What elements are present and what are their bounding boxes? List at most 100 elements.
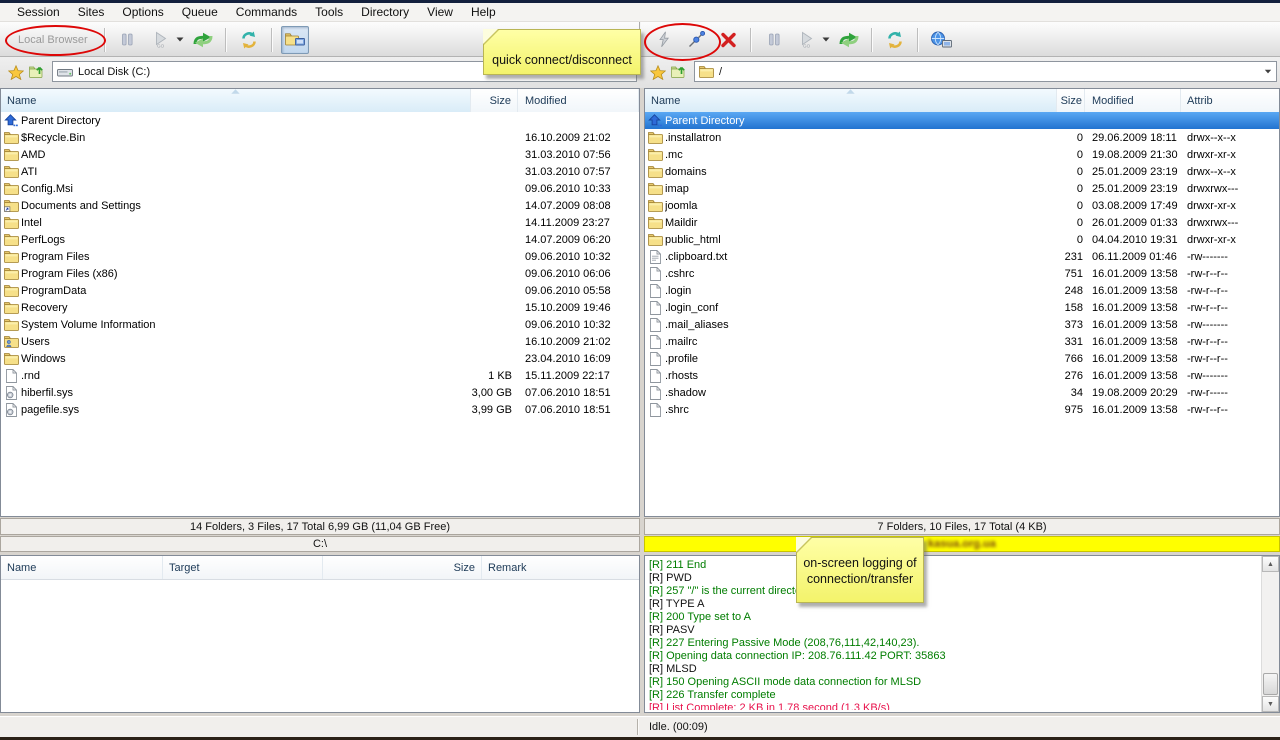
- menu-help[interactable]: Help: [462, 3, 505, 21]
- queue-column-name[interactable]: Name: [1, 556, 163, 579]
- file-row-selected[interactable]: Parent Directory: [645, 112, 1279, 129]
- status-bar: Idle. (00:09): [0, 716, 1280, 737]
- transfer-mode-button[interactable]: [835, 26, 863, 54]
- file-row[interactable]: domains025.01.2009 23:19drwx--x--x: [645, 163, 1279, 180]
- file-row[interactable]: .shrc97516.01.2009 13:58-rw-r--r--: [645, 401, 1279, 418]
- file-row[interactable]: .shadow3419.08.2009 20:29-rw-r-----: [645, 384, 1279, 401]
- folder-icon: [648, 131, 663, 144]
- folder-icon: [4, 301, 19, 314]
- file-row[interactable]: pagefile.sys3,99 GB07.06.2010 18:51: [1, 401, 639, 418]
- menu-directory[interactable]: Directory: [352, 3, 418, 21]
- folder-up-icon[interactable]: [27, 63, 47, 81]
- queue-column-target[interactable]: Target: [163, 556, 323, 579]
- toolbar-separator: [271, 28, 273, 52]
- scroll-up-icon[interactable]: ▲: [1262, 556, 1279, 572]
- log-line: [R] 211 End: [649, 559, 1259, 572]
- remote-file-rows: Parent Directory.installatron029.06.2009…: [645, 112, 1279, 516]
- file-row[interactable]: .cshrc75116.01.2009 13:58-rw-r--r--: [645, 265, 1279, 282]
- refresh-icon: [885, 31, 905, 49]
- menu-tools[interactable]: Tools: [306, 3, 352, 21]
- scroll-down-icon[interactable]: ▼: [1262, 696, 1279, 712]
- file-row[interactable]: .rhosts27616.01.2009 13:58-rw-------: [645, 367, 1279, 384]
- menu-sites[interactable]: Sites: [69, 3, 114, 21]
- connection-log-pane: [R] 211 End[R] PWD[R] 257 "/" is the cur…: [644, 555, 1280, 713]
- queue-column-size[interactable]: Size: [323, 556, 482, 579]
- file-row[interactable]: Program Files (x86)09.06.2010 06:06: [1, 265, 639, 282]
- favorites-star-icon[interactable]: [648, 63, 668, 81]
- folder-view-button[interactable]: [281, 26, 309, 54]
- column-header-size[interactable]: Size: [1057, 89, 1085, 112]
- file-row[interactable]: System Volume Information09.06.2010 10:3…: [1, 316, 639, 333]
- file-row[interactable]: hiberfil.sys3,00 GB07.06.2010 18:51: [1, 384, 639, 401]
- file-row[interactable]: Parent Directory: [1, 112, 639, 129]
- menu-commands[interactable]: Commands: [227, 3, 306, 21]
- file-row[interactable]: .mail_aliases37316.01.2009 13:58-rw-----…: [645, 316, 1279, 333]
- file-row[interactable]: Config.Msi09.06.2010 10:33: [1, 180, 639, 197]
- folder-up-icon[interactable]: [669, 63, 689, 81]
- refresh-button[interactable]: [235, 26, 263, 54]
- file-row[interactable]: ProgramData09.06.2010 05:58: [1, 282, 639, 299]
- start-queue-button[interactable]: GO: [792, 26, 820, 54]
- log-line: [R] TYPE A: [649, 598, 1259, 611]
- column-header-attrib[interactable]: Attrib: [1181, 89, 1279, 112]
- file-row[interactable]: Windows23.04.2010 16:09: [1, 350, 639, 367]
- toolbar-separator: [917, 28, 919, 52]
- file-row[interactable]: Intel14.11.2009 23:27: [1, 214, 639, 231]
- log-scrollbar[interactable]: ▲ ▼: [1261, 556, 1279, 712]
- file-row[interactable]: AMD31.03.2010 07:56: [1, 146, 639, 163]
- remote-toolbar: GO: [641, 22, 1280, 57]
- file-row[interactable]: ATI31.03.2010 07:57: [1, 163, 639, 180]
- local-path-value: Local Disk (C:): [78, 66, 150, 78]
- menu-options[interactable]: Options: [113, 3, 172, 21]
- chevron-down-icon[interactable]: [1264, 69, 1272, 74]
- file-row[interactable]: .mailrc33116.01.2009 13:58-rw-r--r--: [645, 333, 1279, 350]
- menu-session[interactable]: Session: [8, 3, 69, 21]
- folder-icon: [4, 148, 19, 161]
- transfer-icon: [191, 31, 215, 49]
- file-row[interactable]: Users16.10.2009 21:02: [1, 333, 639, 350]
- remote-path-combobox[interactable]: /: [694, 61, 1277, 82]
- pause-button[interactable]: [114, 26, 142, 54]
- file-row[interactable]: Recovery15.10.2009 19:46: [1, 299, 639, 316]
- remote-view-button[interactable]: [927, 26, 955, 54]
- column-header-size[interactable]: Size: [471, 89, 518, 112]
- file-row[interactable]: Maildir026.01.2009 01:33drwxrwx---: [645, 214, 1279, 231]
- dropdown-caret-icon[interactable]: [822, 37, 830, 42]
- file-row[interactable]: .installatron029.06.2009 18:11drwx--x--x: [645, 129, 1279, 146]
- dropdown-caret-icon[interactable]: [176, 37, 184, 42]
- file-row[interactable]: imap025.01.2009 23:19drwxrwx---: [645, 180, 1279, 197]
- file-row[interactable]: public_html004.04.2010 19:31drwxr-xr-x: [645, 231, 1279, 248]
- file-row[interactable]: Program Files09.06.2010 10:32: [1, 248, 639, 265]
- start-queue-button[interactable]: GO: [146, 26, 174, 54]
- column-header-modified[interactable]: Modified: [1085, 89, 1181, 112]
- transfer-mode-button[interactable]: [189, 26, 217, 54]
- pause-button[interactable]: [760, 26, 788, 54]
- file-row[interactable]: joomla003.08.2009 17:49drwxr-xr-x: [645, 197, 1279, 214]
- favorites-star-icon[interactable]: [6, 63, 26, 81]
- remote-file-list: Name Size Modified Attrib Parent Directo…: [644, 88, 1280, 517]
- svg-text:GO: GO: [157, 44, 165, 48]
- menu-queue[interactable]: Queue: [173, 3, 227, 21]
- local-path-bar: C:\: [0, 536, 640, 552]
- queue-column-remark[interactable]: Remark: [482, 556, 639, 579]
- file-row[interactable]: .profile76616.01.2009 13:58-rw-r--r--: [645, 350, 1279, 367]
- pause-icon: [767, 32, 782, 47]
- refresh-button[interactable]: [881, 26, 909, 54]
- file-row[interactable]: .clipboard.txt23106.11.2009 01:46-rw----…: [645, 248, 1279, 265]
- log-line: [R] Opening data connection IP: 208.76.1…: [649, 650, 1259, 663]
- scrollbar-thumb[interactable]: [1263, 673, 1278, 695]
- log-line: [R] 257 "/" is the current directory: [649, 585, 1259, 598]
- file-row[interactable]: $Recycle.Bin16.10.2009 21:02: [1, 129, 639, 146]
- file-row[interactable]: .mc019.08.2009 21:30drwxr-xr-x: [645, 146, 1279, 163]
- log-line: [R] PASV: [649, 624, 1259, 637]
- file-row[interactable]: PerfLogs14.07.2009 06:20: [1, 231, 639, 248]
- column-header-modified[interactable]: Modified: [518, 89, 639, 112]
- file-row[interactable]: .login_conf15816.01.2009 13:58-rw-r--r--: [645, 299, 1279, 316]
- folder-icon: [4, 216, 19, 229]
- file-row[interactable]: .login24816.01.2009 13:58-rw-r--r--: [645, 282, 1279, 299]
- menu-view[interactable]: View: [418, 3, 462, 21]
- file-row[interactable]: .rnd1 KB15.11.2009 22:17: [1, 367, 639, 384]
- file-row[interactable]: Documents and Settings14.07.2009 08:08: [1, 197, 639, 214]
- column-header-name[interactable]: Name: [645, 89, 1057, 112]
- column-header-name[interactable]: Name: [1, 89, 471, 112]
